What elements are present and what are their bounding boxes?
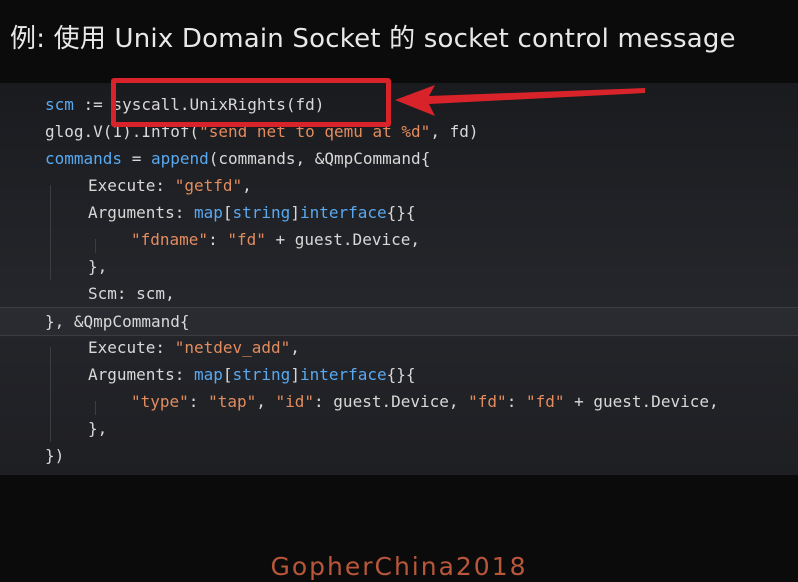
code-panel: scm := syscall.UnixRights(fd) glog.V(1).… <box>0 83 798 475</box>
slide-title: 例: 使用 Unix Domain Socket 的 socket contro… <box>10 24 736 54</box>
code-line: }) <box>45 446 65 465</box>
code-line: "type": "tap", "id": guest.Device, "fd":… <box>131 392 719 411</box>
code-line: }, <box>88 419 108 438</box>
code-line-active: }, &QmpCommand{ <box>0 307 798 336</box>
code-line: Execute: "getfd", <box>88 176 252 195</box>
footer-brand: GopherChina2018 <box>270 552 528 581</box>
code-line: commands = append(commands, &QmpCommand{ <box>45 149 431 168</box>
code-line: Arguments: map[string]interface{}{ <box>88 365 416 384</box>
red-arrow-icon <box>395 85 645 116</box>
code-line: "fdname": "fd" + guest.Device, <box>131 230 420 249</box>
code-line: Arguments: map[string]interface{}{ <box>88 203 416 222</box>
code-line: }, <box>88 257 108 276</box>
highlight-box <box>111 78 391 127</box>
code-line: Execute: "netdev_add", <box>88 338 300 357</box>
code-line: Scm: scm, <box>88 284 175 303</box>
